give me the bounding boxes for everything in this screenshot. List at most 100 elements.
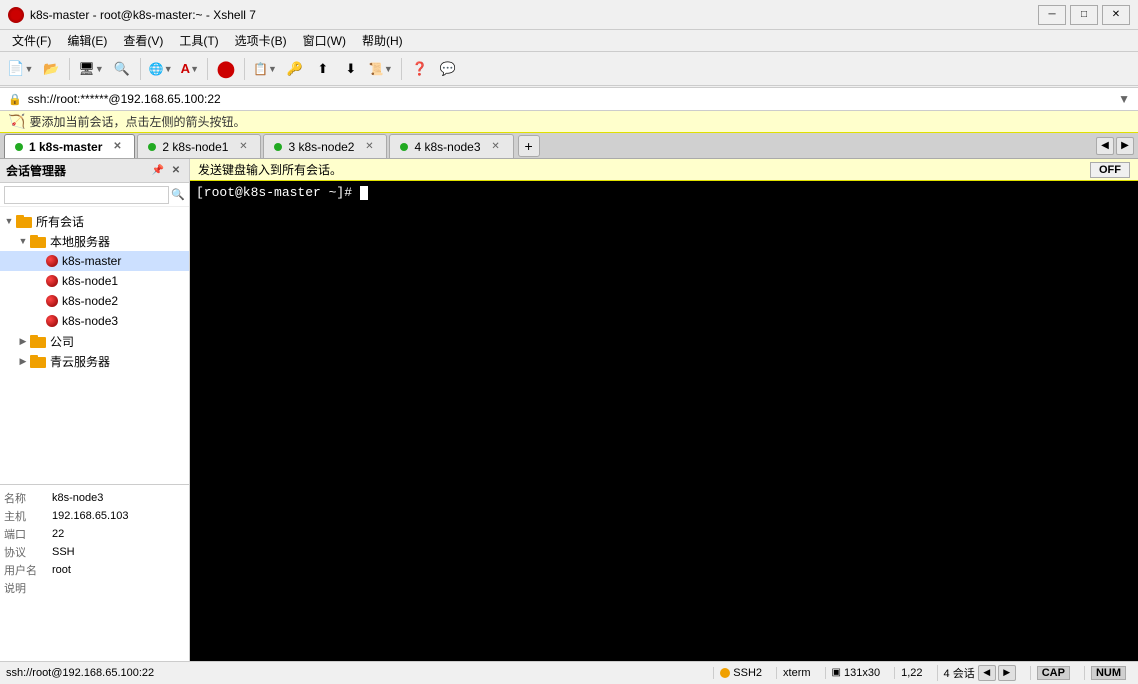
toolbar-sep-3 [207, 58, 208, 80]
qingyun-label: 青云服务器 [50, 353, 110, 370]
dropdown-arrow: ▼ [24, 64, 33, 74]
tree-company[interactable]: ▶ 公司 [0, 331, 189, 351]
tree-local-server[interactable]: ▼ 本地服务器 [0, 231, 189, 251]
status-protocol-segment: SSH2 [713, 667, 768, 679]
menu-file[interactable]: 文件(F) [4, 30, 59, 51]
sidebar: 会话管理器 📌 ✕ 🔍 ▼ 所有会话 ▼ [0, 159, 190, 661]
sidebar-search: 🔍 [0, 183, 189, 207]
script-dropdown[interactable]: 📜 ▼ [366, 56, 396, 82]
session-prev-button[interactable]: ◀ [978, 665, 996, 681]
stop-button[interactable]: ⬤ [213, 56, 239, 82]
tab-2[interactable]: 2 k8s-node1 ✕ [137, 134, 261, 158]
transfer-arrow: ▼ [164, 64, 173, 74]
sidebar-tree: ▼ 所有会话 ▼ 本地服务器 ▶ k8s-master [0, 207, 189, 484]
tree-root[interactable]: ▼ 所有会话 [0, 211, 189, 231]
connect-dropdown[interactable]: 🖥 ▼ [75, 56, 106, 82]
broadcast-toggle-button[interactable]: OFF [1090, 162, 1130, 178]
tab-dot-1 [15, 143, 23, 151]
minimize-button[interactable]: ─ [1038, 5, 1066, 25]
info-row-note: 说明 [0, 579, 189, 597]
tree-root-toggle[interactable]: ▼ [2, 216, 16, 226]
tab-close-3[interactable]: ✕ [362, 140, 376, 154]
address-dropdown-arrow[interactable]: ▼ [1118, 92, 1130, 106]
value-note [50, 587, 189, 589]
menu-view[interactable]: 查看(V) [115, 30, 171, 51]
menu-window[interactable]: 窗口(W) [295, 30, 354, 51]
label-note: 说明 [0, 579, 50, 597]
key-button[interactable]: 🔑 [282, 56, 308, 82]
tab-prev-button[interactable]: ◀ [1096, 137, 1114, 155]
tab-label-4: 4 k8s-node3 [414, 140, 480, 154]
tree-local-toggle[interactable]: ▼ [16, 236, 30, 246]
transfer-dropdown[interactable]: 🌐 ▼ [146, 56, 176, 82]
notice-text: 要添加当前会话，点击左侧的箭头按钮。 [29, 113, 245, 130]
new-icon: 📄 [7, 60, 24, 77]
tab-label-2: 2 k8s-node1 [162, 140, 228, 154]
open-button[interactable]: 📂 [38, 56, 64, 82]
tab-label-1: 1 k8s-master [29, 140, 102, 154]
label-host: 主机 [0, 507, 50, 525]
menu-edit[interactable]: 编辑(E) [59, 30, 115, 51]
tree-k8s-node1[interactable]: ▶ k8s-node1 [0, 271, 189, 291]
menu-tools[interactable]: 工具(T) [171, 30, 226, 51]
status-cursor-segment: 1,22 [894, 667, 928, 679]
connect-arrow: ▼ [95, 64, 104, 74]
terminal[interactable]: [root@k8s-master ~]# [190, 181, 1138, 661]
main-layout: 会话管理器 📌 ✕ 🔍 ▼ 所有会话 ▼ [0, 159, 1138, 661]
sidebar-search-input[interactable] [4, 186, 169, 204]
info-row-host: 主机 192.168.65.103 [0, 507, 189, 525]
transfer-icon: 🌐 [149, 62, 164, 76]
upload-button[interactable]: ⬆ [310, 56, 336, 82]
session-actions: ◀ ▶ [978, 665, 1016, 681]
k8s-node1-label: k8s-node1 [62, 274, 118, 288]
maximize-button[interactable]: □ [1070, 5, 1098, 25]
tree-company-toggle[interactable]: ▶ [16, 336, 30, 347]
sidebar-close-button[interactable]: ✕ [169, 164, 183, 178]
tree-k8s-master[interactable]: ▶ k8s-master [0, 251, 189, 271]
tree-k8s-node3[interactable]: ▶ k8s-node3 [0, 311, 189, 331]
help-button[interactable]: ❓ [407, 56, 433, 82]
terminal-prompt: [root@k8s-master ~]# [196, 185, 360, 200]
k8s-node1-icon [46, 275, 58, 287]
window-title: k8s-master - root@k8s-master:~ - Xshell … [30, 8, 1038, 22]
download-button[interactable]: ⬇ [338, 56, 364, 82]
sidebar-pin-button[interactable]: 📌 [151, 164, 165, 178]
k8s-node3-icon [46, 315, 58, 327]
compose-dropdown[interactable]: 📋 ▼ [250, 56, 280, 82]
k8s-node3-label: k8s-node3 [62, 314, 118, 328]
menu-tabs[interactable]: 选项卡(B) [227, 30, 295, 51]
tab-close-2[interactable]: ✕ [236, 140, 250, 154]
terminal-wrapper: 发送键盘输入到所有会话。 OFF [root@k8s-master ~]# [190, 159, 1138, 661]
tree-qingyun-toggle[interactable]: ▶ [16, 356, 30, 367]
tab-close-1[interactable]: ✕ [110, 140, 124, 154]
toolbar-sep-1 [69, 58, 70, 80]
add-tab-button[interactable]: + [518, 135, 540, 157]
value-username: root [50, 563, 189, 577]
tab-4[interactable]: 4 k8s-node3 ✕ [389, 134, 513, 158]
info-spacer [0, 597, 189, 657]
tab-1[interactable]: 1 k8s-master ✕ [4, 134, 135, 158]
tab-3[interactable]: 3 k8s-node2 ✕ [263, 134, 387, 158]
find-button[interactable]: 🔍 [109, 56, 135, 82]
menu-help[interactable]: 帮助(H) [354, 30, 411, 51]
script-icon: 📜 [369, 62, 384, 76]
sidebar-title: 会话管理器 [6, 162, 66, 179]
k8s-node2-icon [46, 295, 58, 307]
new-session-dropdown[interactable]: 📄 ▼ [4, 56, 36, 82]
tree-qingyun[interactable]: ▶ 青云服务器 [0, 351, 189, 371]
info-button[interactable]: 💬 [435, 56, 461, 82]
tree-root-icon [16, 213, 32, 229]
session-next-button[interactable]: ▶ [998, 665, 1016, 681]
tree-k8s-node2[interactable]: ▶ k8s-node2 [0, 291, 189, 311]
connect-icon: 🖥 [78, 61, 95, 77]
label-protocol: 协议 [0, 543, 50, 561]
info-row-name: 名称 k8s-node3 [0, 489, 189, 507]
close-button[interactable]: ✕ [1102, 5, 1130, 25]
toolbar-sep-4 [244, 58, 245, 80]
label-port: 端口 [0, 525, 50, 543]
font-dropdown[interactable]: A ▼ [178, 56, 202, 82]
company-folder-icon [30, 333, 46, 349]
tab-next-button[interactable]: ▶ [1116, 137, 1134, 155]
tab-close-4[interactable]: ✕ [489, 140, 503, 154]
status-connection: ssh://root@192.168.65.100:22 [6, 667, 705, 679]
